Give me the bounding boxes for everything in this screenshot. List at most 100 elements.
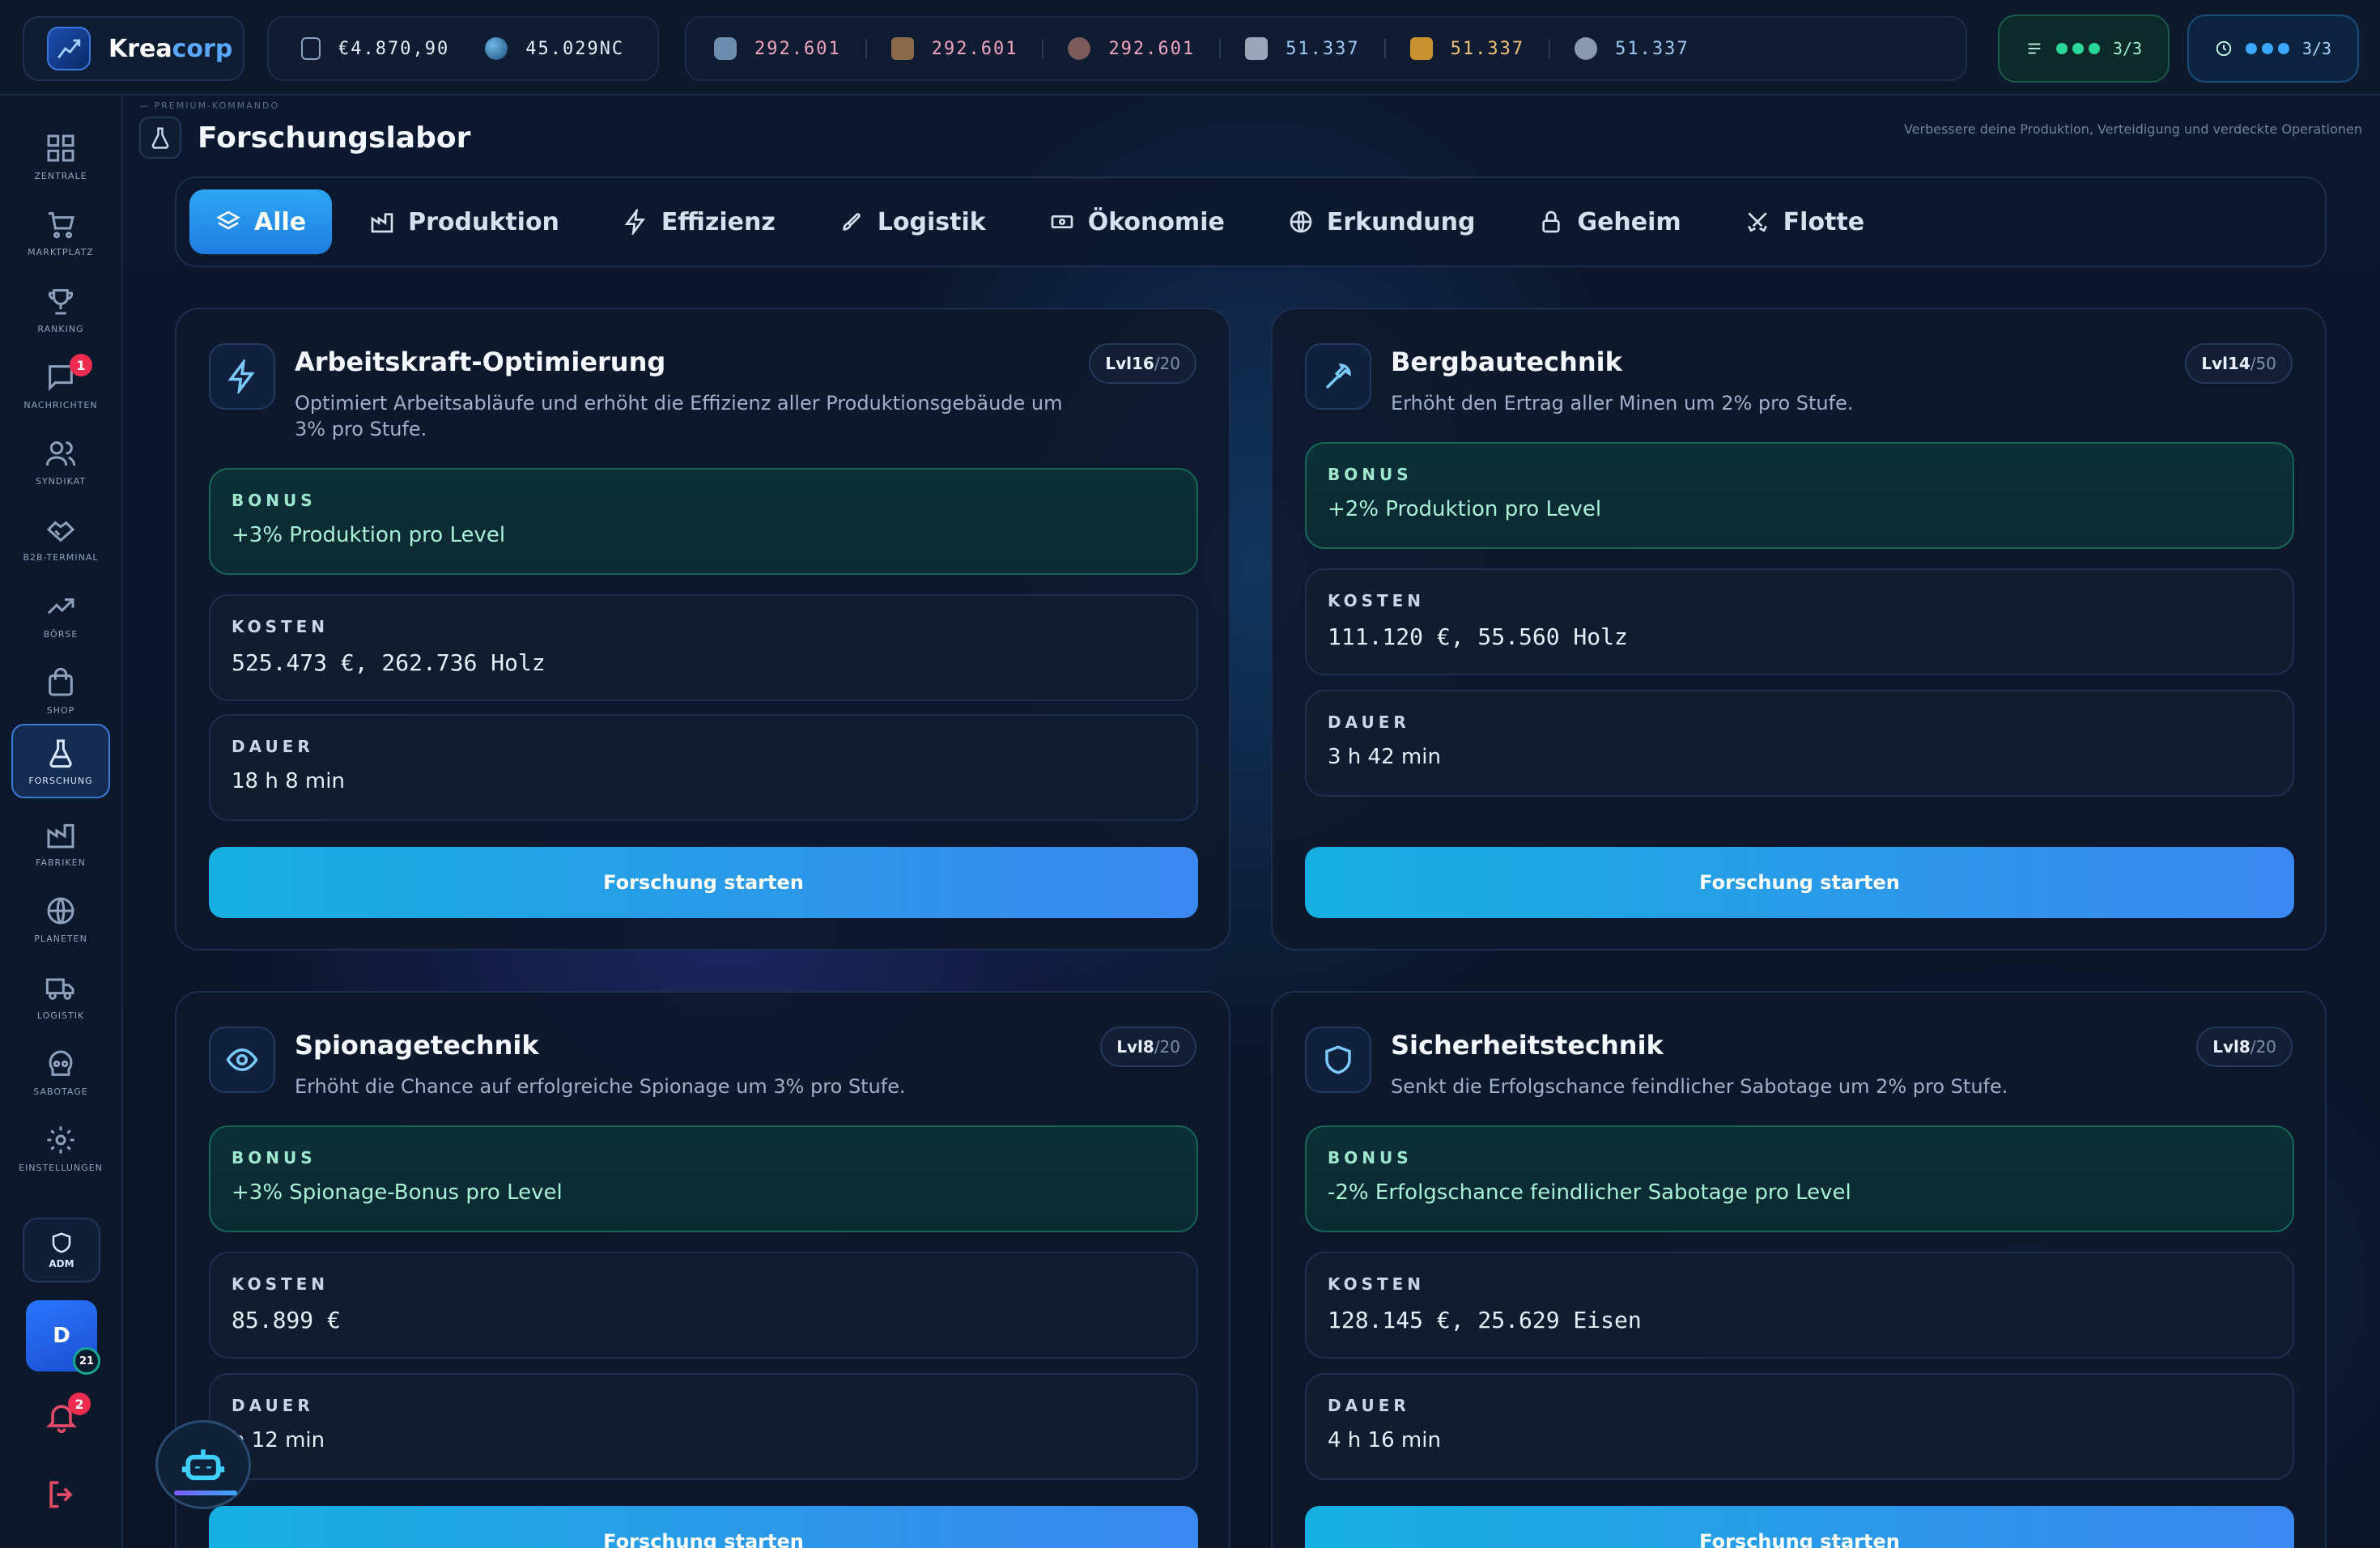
level-current: 16	[1131, 354, 1154, 373]
bonus-box: BONUS +3% Spionage-Bonus pro Level	[209, 1125, 1198, 1232]
tab-logistik[interactable]: Logistik	[813, 189, 1012, 254]
bolt-icon	[624, 209, 645, 235]
resource-value: 292.601	[931, 38, 1018, 59]
queue-status[interactable]: 3/3	[1998, 15, 2170, 83]
sidebar-item-label: Fabriken	[36, 857, 86, 868]
level-prefix: Lvl	[2201, 354, 2228, 373]
stone-icon	[1575, 37, 1598, 60]
gear-icon	[47, 1125, 74, 1154]
resource-metal[interactable]: 51.337	[1245, 37, 1359, 60]
bonus-value: -2% Erfolgschance feindlicher Sabotage p…	[1328, 1180, 1851, 1205]
sidebar-item-einstellungen[interactable]: Einstellungen	[11, 1113, 110, 1183]
logout-button[interactable]	[44, 1477, 79, 1512]
truck-icon	[45, 978, 74, 1000]
avatar[interactable]: D 21	[26, 1300, 100, 1375]
euro-balance[interactable]: €4.870,90	[301, 37, 449, 60]
research-card: Bergbautechnik Lvl 14/50 Erhöht den Ertr…	[1271, 308, 2327, 950]
page-header: Forschungslabor	[139, 117, 470, 159]
sidebar-item-zentrale[interactable]: Zentrale	[11, 121, 110, 191]
tab-alle[interactable]: Alle	[189, 189, 333, 254]
timer-dots	[2245, 43, 2289, 54]
tab-label: Effizienz	[661, 207, 776, 236]
duration-caption: DAUER	[232, 737, 314, 756]
divider	[1549, 39, 1551, 58]
flask-icon	[49, 739, 72, 768]
bonus-box: BONUS +3% Produktion pro Level	[209, 468, 1198, 575]
tab-effizienz[interactable]: Effizienz	[597, 189, 801, 254]
start-research-button[interactable]: Forschung starten	[209, 847, 1198, 918]
cost-value: 111.120 €, 55.560 Holz	[1328, 623, 1628, 650]
sidebar-item-planeten[interactable]: Planeten	[11, 884, 110, 954]
research-title: Sicherheitstechnik	[1391, 1030, 1664, 1061]
brand-logo[interactable]: Kreacorp	[23, 16, 244, 81]
globe-icon	[47, 897, 74, 924]
sidebar-item-shop[interactable]: Shop	[11, 656, 110, 725]
admin-button[interactable]: ADM	[23, 1218, 100, 1282]
sidebar-item-nachrichten[interactable]: Nachrichten 1	[11, 351, 110, 420]
research-title: Arbeitskraft-Optimierung	[295, 347, 666, 377]
tab-flotte[interactable]: Flotte	[1719, 189, 1890, 254]
cost-value: 128.145 €, 25.629 Eisen	[1328, 1307, 1642, 1333]
metal-icon	[1245, 37, 1269, 60]
sidebar-item-sabotage[interactable]: Sabotage	[11, 1037, 110, 1107]
start-research-button[interactable]: Forschung starten	[1305, 1506, 2294, 1548]
bonus-caption: BONUS	[232, 1148, 317, 1167]
sidebar-item-logistik[interactable]: Logistik	[11, 961, 110, 1031]
research-description: Optimiert Arbeitsabläufe und erhöht die …	[295, 392, 1063, 440]
timer-count: 3/3	[2301, 39, 2332, 58]
robot-icon	[181, 1449, 225, 1481]
tab-erkundung[interactable]: Erkundung	[1262, 189, 1502, 254]
resource-gold[interactable]: 51.337	[1409, 37, 1524, 60]
level-max: /20	[1154, 354, 1180, 373]
sidebar-item-label: Marktplatz	[28, 246, 94, 257]
resource-rock[interactable]: 292.601	[1068, 37, 1195, 60]
duration-box: DAUER h 12 min	[209, 1373, 1198, 1480]
rock-icon	[1068, 37, 1091, 60]
tab-oekonomie[interactable]: Ökonomie	[1023, 189, 1251, 254]
sidebar-item-ranking[interactable]: Ranking	[11, 274, 110, 344]
level-current: 8	[2238, 1037, 2250, 1057]
duration-box: DAUER 18 h 8 min	[209, 714, 1198, 821]
nc-balance[interactable]: 45.029NC	[485, 37, 624, 60]
sidebar-item-syndikat[interactable]: Syndikat	[11, 427, 110, 496]
euro-balance-value: €4.870,90	[338, 38, 450, 59]
clock-icon	[2216, 40, 2232, 57]
sidebar-item-label: Planeten	[34, 933, 87, 944]
sidebar-item-label: B2B-Terminal	[23, 551, 99, 563]
level-max: /20	[1154, 1037, 1180, 1057]
breadcrumb: — PREMIUM-KOMMANDO	[139, 100, 280, 111]
start-research-button[interactable]: Forschung starten	[209, 1506, 1198, 1548]
bonus-box: BONUS -2% Erfolgschance feindlicher Sabo…	[1305, 1125, 2294, 1232]
sidebar-item-b2b-terminal[interactable]: B2B-Terminal	[11, 503, 110, 572]
resource-bar: 292.601 292.601 292.601 51.337 51.337 51…	[685, 16, 1967, 81]
notifications-button[interactable]: 2	[44, 1393, 91, 1435]
tab-label: Flotte	[1783, 207, 1865, 236]
users-icon	[45, 440, 76, 466]
sidebar-item-forschung[interactable]: Forschung	[11, 724, 110, 798]
resource-stone[interactable]: 51.337	[1575, 37, 1689, 60]
tab-label: Logistik	[877, 207, 986, 236]
tab-geheim[interactable]: Geheim	[1512, 189, 1706, 254]
bonus-value: +3% Produktion pro Level	[232, 523, 506, 547]
sidebar-item-marktplatz[interactable]: Marktplatz	[11, 198, 110, 267]
factory-icon	[371, 213, 393, 233]
cost-box: KOSTEN 128.145 €, 25.629 Eisen	[1305, 1252, 2294, 1359]
start-research-button[interactable]: Forschung starten	[1305, 847, 2294, 918]
tab-produktion[interactable]: Produktion	[343, 189, 585, 254]
euro-icon	[301, 37, 321, 60]
assistant-bot-button[interactable]	[155, 1420, 251, 1509]
divider	[1219, 39, 1222, 58]
resource-wood[interactable]: 292.601	[890, 37, 1018, 60]
sidebar-item-boerse[interactable]: Börse	[11, 580, 110, 649]
skull-icon	[49, 1049, 73, 1076]
duration-value: 4 h 16 min	[1328, 1428, 1441, 1452]
bag-icon	[49, 667, 73, 695]
resource-ore[interactable]: 292.601	[714, 37, 841, 60]
duration-value: h 12 min	[232, 1428, 325, 1452]
divider	[1042, 39, 1044, 58]
timer-status[interactable]: 3/3	[2187, 15, 2359, 83]
handshake-icon	[46, 521, 75, 542]
level-prefix: Lvl	[1105, 354, 1132, 373]
assistant-progress	[174, 1491, 237, 1495]
sidebar-item-fabriken[interactable]: Fabriken	[11, 808, 110, 878]
